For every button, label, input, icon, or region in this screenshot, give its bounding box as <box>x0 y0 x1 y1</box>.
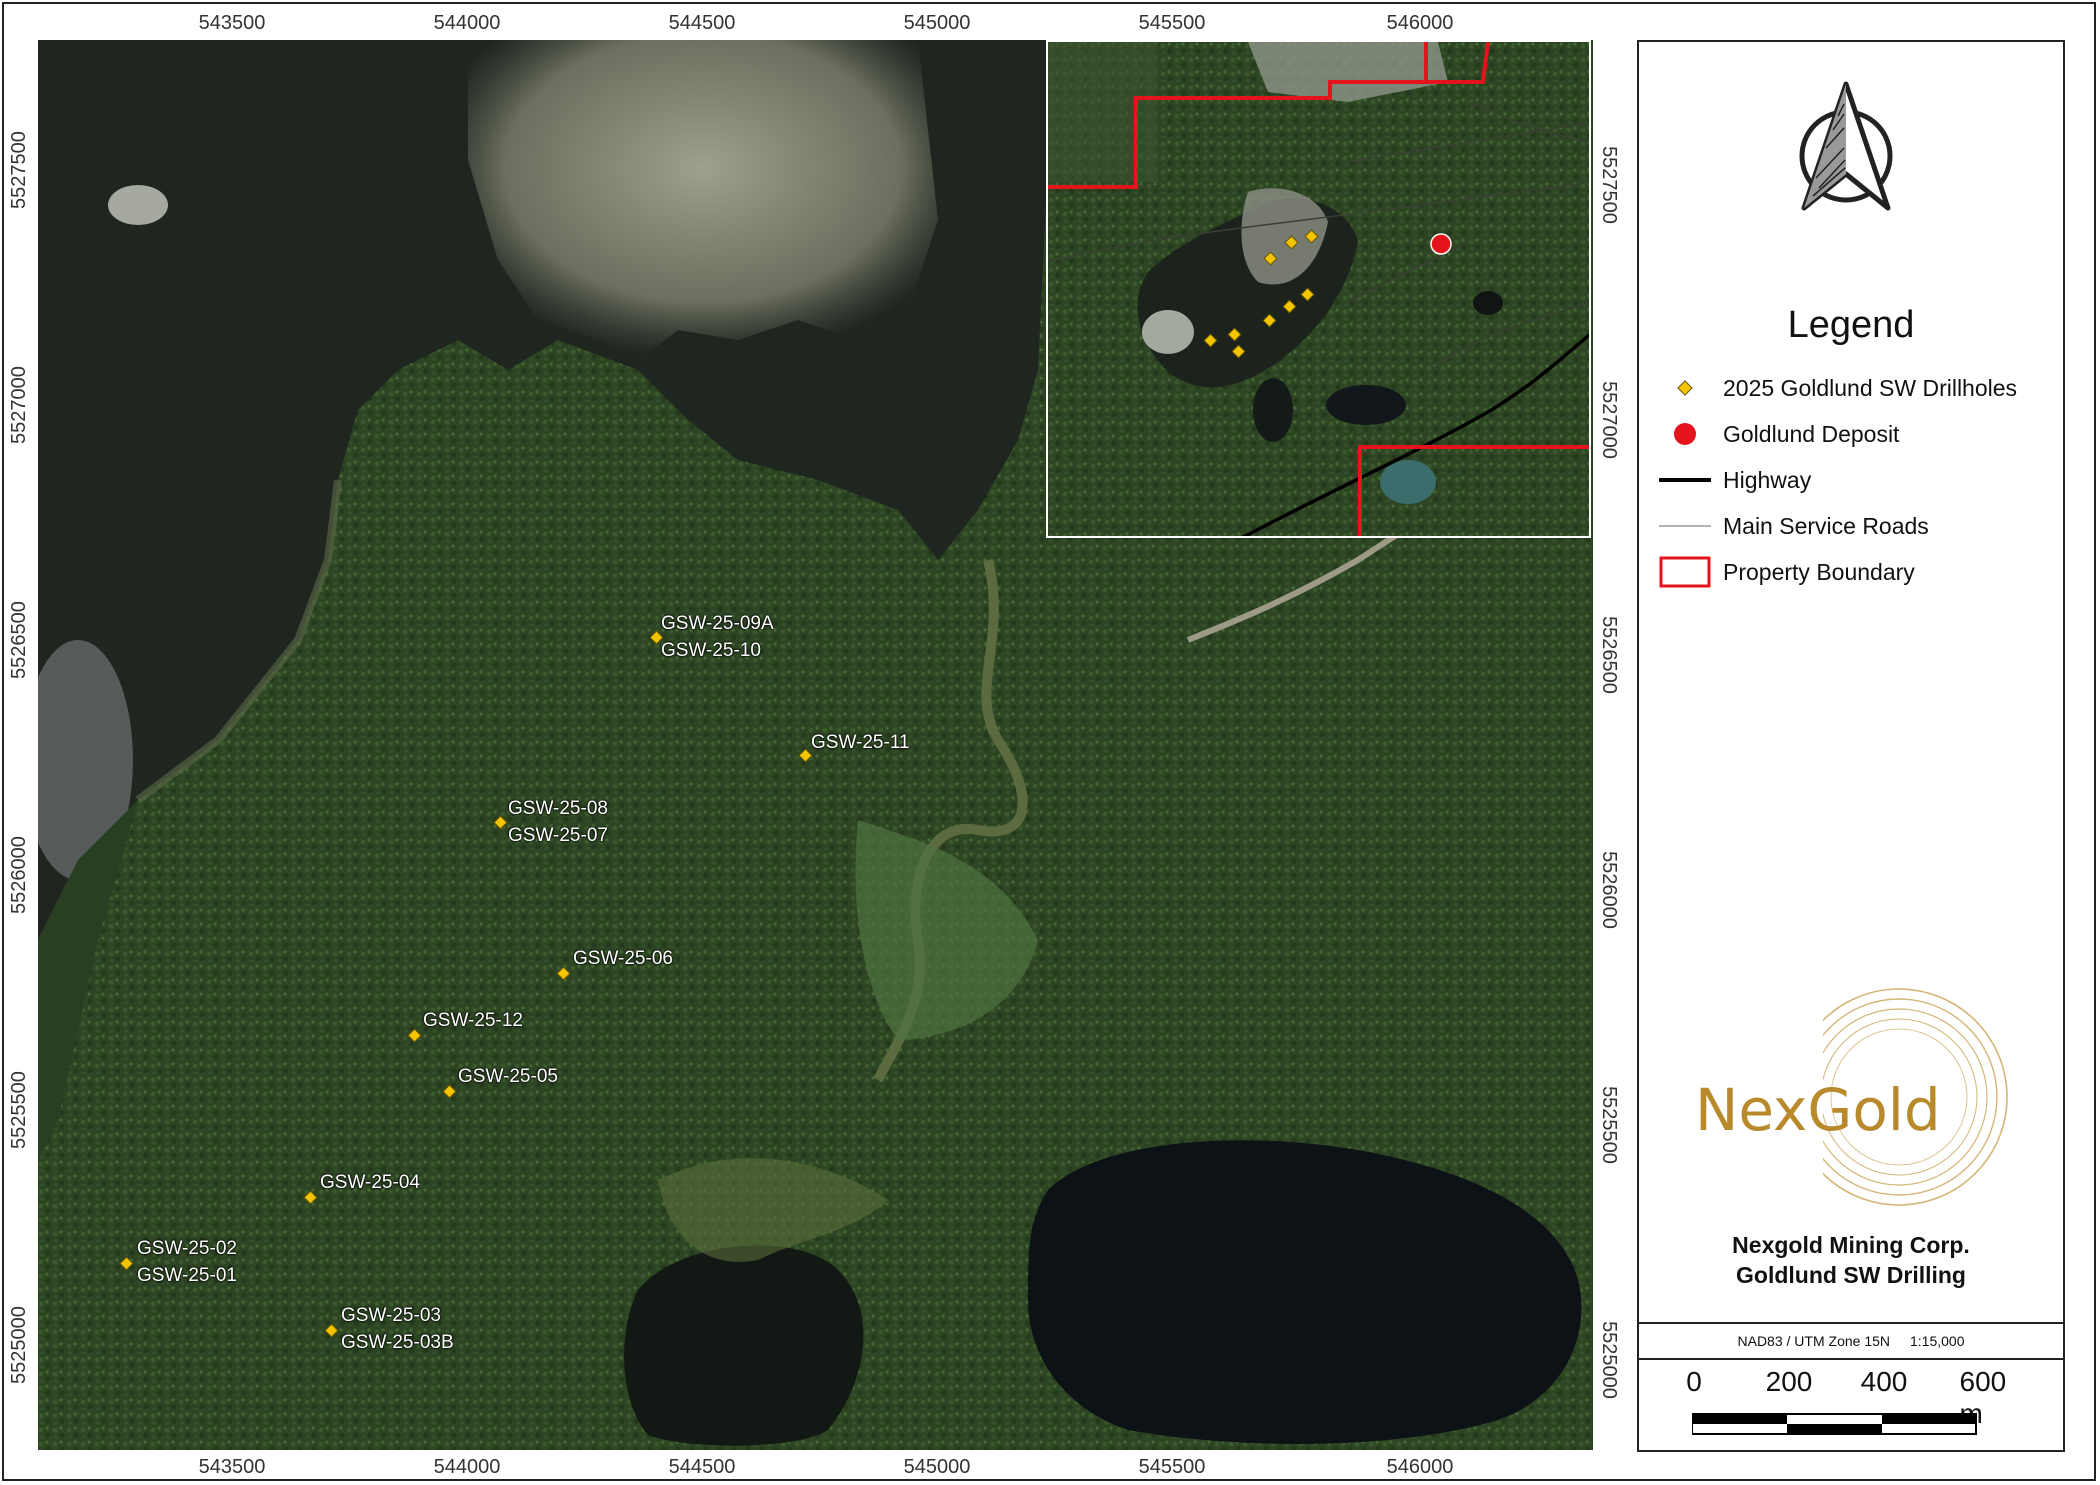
projection-row: NAD83 / UTM Zone 15N 1:15,000 <box>1639 1322 2063 1360</box>
drillhole-marker[interactable] <box>493 815 508 830</box>
easting-tick: 545500 <box>1138 1456 1206 1478</box>
drillhole-label: GSW-25-08 <box>508 798 608 819</box>
legend-title: Legend <box>1787 304 1915 346</box>
inset-imagery <box>1048 42 1589 536</box>
legend-label: Property Boundary <box>1723 558 1915 585</box>
northing-tick: 5525500 <box>1598 1086 1620 1164</box>
legend-item-deposit: Goldlund Deposit <box>1659 417 1899 451</box>
legend-label: 2025 Goldlund SW Drillholes <box>1723 374 2018 401</box>
boundary-box-icon <box>1659 555 1711 589</box>
drillhole-label: GSW-25-02 <box>137 1238 237 1259</box>
drillhole-label: GSW-25-10 <box>661 640 761 661</box>
northing-tick: 5526500 <box>8 601 30 679</box>
easting-tick: 543500 <box>198 1456 266 1478</box>
drillhole-label: GSW-25-05 <box>458 1066 558 1087</box>
drillhole-marker[interactable] <box>303 1190 318 1205</box>
drillhole-marker[interactable] <box>324 1323 339 1338</box>
legend-item-property-boundary: Property Boundary <box>1659 555 1915 589</box>
northing-tick: 5527500 <box>8 131 30 209</box>
project-name: Goldlund SW Drilling <box>1736 1262 1966 1288</box>
drillhole-label: GSW-25-12 <box>423 1010 523 1031</box>
legend-item-drillholes: 2025 Goldlund SW Drillholes <box>1659 371 2017 405</box>
yellow-diamond-icon <box>1659 371 1711 405</box>
scale-bar-label: 200 <box>1765 1366 1813 1397</box>
title-block: Nexgold Mining Corp. Goldlund SW Drillin… <box>1639 1230 2063 1290</box>
northing-tick: 5526500 <box>1598 616 1620 694</box>
road-line-icon <box>1659 509 1711 543</box>
northing-tick: 5525500 <box>8 1071 30 1149</box>
northing-tick: 5525000 <box>8 1306 30 1384</box>
north-arrow-icon <box>1799 81 1893 211</box>
inset-overview-map[interactable] <box>1046 40 1591 538</box>
easting-tick: 543500 <box>198 12 266 34</box>
legend-item-highway: Highway <box>1659 463 1811 497</box>
drillhole-marker[interactable] <box>556 966 571 981</box>
drillhole-marker[interactable] <box>119 1256 134 1271</box>
legend-label: Main Service Roads <box>1723 512 1929 539</box>
red-circle-icon <box>1659 417 1711 451</box>
easting-tick: 544000 <box>433 1456 501 1478</box>
northing-tick: 5526000 <box>8 836 30 914</box>
easting-tick: 546000 <box>1386 1456 1454 1478</box>
scale-bar-label: 0 <box>1686 1366 1702 1397</box>
legend-item-service-roads: Main Service Roads <box>1659 509 1929 543</box>
drillhole-label: GSW-25-03B <box>341 1332 454 1353</box>
drillhole-label: GSW-25-11 <box>811 732 910 753</box>
projection-label: NAD83 / UTM Zone 15N <box>1737 1333 1891 1349</box>
northing-tick: 5526000 <box>1598 851 1620 929</box>
easting-tick: 545000 <box>903 12 971 34</box>
legend-panel: Legend 2025 Goldlund SW Drillholes Goldl… <box>1637 40 2065 1452</box>
legend-label: Goldlund Deposit <box>1723 420 1900 447</box>
scale-bar <box>1692 1413 1977 1435</box>
easting-tick: 544500 <box>668 12 736 34</box>
drillhole-label: GSW-25-06 <box>573 948 673 969</box>
drillhole-label: GSW-25-04 <box>320 1172 420 1193</box>
drillhole-label: GSW-25-01 <box>137 1265 237 1286</box>
drillhole-label: GSW-25-07 <box>508 825 608 846</box>
easting-tick: 545500 <box>1138 12 1206 34</box>
easting-tick: 544000 <box>433 12 501 34</box>
highway-line-icon <box>1659 463 1711 497</box>
easting-tick: 545000 <box>903 1456 971 1478</box>
company-name: Nexgold Mining Corp. <box>1732 1232 1970 1258</box>
goldlund-deposit-marker[interactable] <box>1430 233 1452 255</box>
drillhole-label: GSW-25-03 <box>341 1305 441 1326</box>
northing-tick: 5527000 <box>8 366 30 444</box>
northing-tick: 5527500 <box>1598 146 1620 224</box>
drillhole-marker[interactable] <box>442 1084 457 1099</box>
northing-tick: 5527000 <box>1598 381 1620 459</box>
map-scale-label: 1:15,000 <box>1910 1333 1965 1349</box>
drillhole-marker[interactable] <box>798 748 813 763</box>
drillhole-label: GSW-25-09A <box>661 613 774 634</box>
legend-label: Highway <box>1723 466 1812 493</box>
nexgold-logo: NexGold <box>1695 1076 1941 1144</box>
easting-tick: 546000 <box>1386 12 1454 34</box>
scale-bar-label: 400 <box>1860 1366 1908 1397</box>
northing-tick: 5525000 <box>1598 1321 1620 1399</box>
drillhole-marker[interactable] <box>407 1028 422 1043</box>
easting-tick: 544500 <box>668 1456 736 1478</box>
